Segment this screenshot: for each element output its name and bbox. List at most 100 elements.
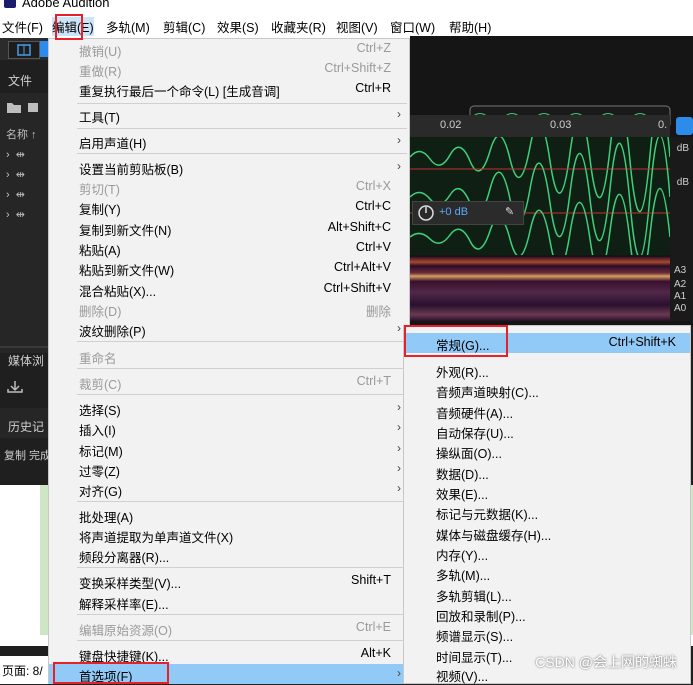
ruler-tick-label: 0.02 — [440, 119, 462, 131]
menu-separator — [77, 567, 407, 568]
menu-item-copy-to-new[interactable]: 复制到新文件(N) Alt+Shift+C — [49, 218, 409, 238]
menu-item-paste-to-new[interactable]: 粘贴到新文件(W) Ctrl+Alt+V — [49, 258, 409, 278]
menu-item-mix-paste[interactable]: 混合粘贴(X)... Ctrl+Shift+V — [49, 279, 409, 299]
menu-window[interactable]: 窗口(W) — [390, 17, 435, 36]
menu-item-zero-crossings[interactable]: 过零(Z) › — [49, 459, 409, 479]
db-label: dB — [676, 143, 689, 154]
freq-label: A3 — [674, 265, 687, 276]
menu-item-delete[interactable]: 删除(D) 删除 — [49, 299, 409, 319]
menu-item-edit-original[interactable]: 编辑原始资源(O) Ctrl+E — [49, 618, 409, 638]
pin-icon[interactable]: ✎ — [505, 205, 514, 218]
menu-item-ripple-delete[interactable]: 波纹删除(P) › — [49, 319, 409, 339]
edit-menu-dropdown: 撤销(U) Ctrl+Z 重做(R) Ctrl+Shift+Z 重复执行最后一个命令… — [48, 38, 410, 684]
menu-item-paste[interactable]: 粘贴(A) Ctrl+V — [49, 238, 409, 258]
frequency-axis: A3 A2 A1 A0 — [670, 257, 693, 321]
submenu-item-control-surface[interactable]: 操纵面(O)... — [404, 441, 690, 461]
file-row-expand-icon[interactable]: › ⇹ — [6, 168, 25, 181]
chevron-right-icon: › — [397, 481, 401, 495]
open-folder-icon[interactable] — [6, 100, 42, 114]
menu-item-tools[interactable]: 工具(T) › — [49, 105, 409, 125]
submenu-item-multitrack[interactable]: 多轨(M)... — [404, 563, 690, 583]
preferences-submenu: 常规(G)... Ctrl+Shift+K 外观(R)... 音频声道映射(C).… — [403, 325, 691, 684]
status-bar: 页面: 8/ — [0, 656, 48, 684]
menu-separator — [77, 614, 407, 615]
menu-view[interactable]: 视图(V) — [336, 17, 378, 36]
menu-item-batch-process[interactable]: 批处理(A) — [49, 505, 409, 525]
menu-item-undo[interactable]: 撤销(U) Ctrl+Z — [49, 39, 409, 59]
download-icon[interactable] — [6, 380, 26, 394]
menu-multitrack[interactable]: 多轨(M) — [106, 17, 150, 36]
menu-separator — [77, 153, 407, 154]
file-row-expand-icon[interactable]: › ⇹ — [6, 148, 25, 161]
menu-item-interpret-sample-rate[interactable]: 解释采样率(E)... — [49, 592, 409, 612]
history-tab[interactable]: 历史记 — [8, 418, 44, 435]
submenu-item-general[interactable]: 常规(G)... Ctrl+Shift+K — [404, 333, 690, 353]
volume-knob-icon[interactable] — [417, 204, 435, 222]
submenu-item-audio-channel-mapping[interactable]: 音频声道映射(C)... — [404, 380, 690, 400]
waveform-view-button[interactable] — [8, 41, 40, 59]
menu-item-enable-channels[interactable]: 启用声道(H) › — [49, 131, 409, 151]
menu-item-band-splitter[interactable]: 频段分离器(R)... — [49, 545, 409, 565]
chevron-right-icon: › — [397, 441, 401, 455]
submenu-item-playback-recording[interactable]: 回放和录制(P)... — [404, 604, 690, 624]
chevron-right-icon: › — [397, 461, 401, 475]
volume-value[interactable]: +0 dB — [439, 206, 468, 218]
menu-edit[interactable]: 编辑(E) — [52, 17, 94, 36]
status-copy-complete: 复制 完成 — [4, 450, 52, 462]
spectral-display — [410, 257, 670, 321]
menu-item-select[interactable]: 选择(S) › — [49, 398, 409, 418]
chevron-right-icon: › — [397, 420, 401, 434]
menu-item-cut[interactable]: 剪切(T) Ctrl+X — [49, 177, 409, 197]
menu-separator — [77, 640, 407, 641]
page-indicator: 页面: 8/ — [2, 664, 43, 678]
submenu-item-data[interactable]: 数据(D)... — [404, 462, 690, 482]
menu-item-convert-sample-type[interactable]: 变换采样类型(V)... Shift+T — [49, 571, 409, 591]
snap-magnet-icon[interactable] — [676, 117, 693, 135]
submenu-item-markers-metadata[interactable]: 标记与元数据(K)... — [404, 502, 690, 522]
menu-separator — [77, 103, 407, 104]
db-label: dB — [676, 177, 689, 188]
menu-file[interactable]: 文件(F) — [2, 17, 43, 36]
waveform-grid-icon — [17, 44, 31, 56]
menu-help[interactable]: 帮助(H) — [449, 17, 491, 36]
menu-separator — [77, 501, 407, 502]
time-ruler: 0.02 0.03 0. — [410, 115, 670, 137]
db-scale: dB dB — [670, 137, 693, 257]
menu-item-insert[interactable]: 插入(I) › — [49, 418, 409, 438]
freq-label: A0 — [674, 303, 687, 314]
freq-label: A2 — [674, 279, 687, 290]
menu-item-preferences[interactable]: 首选项(F) › — [49, 664, 409, 684]
menu-item-snap[interactable]: 对齐(G) › — [49, 479, 409, 499]
submenu-item-audio-hardware[interactable]: 音频硬件(A)... — [404, 401, 690, 421]
submenu-item-spectral-display[interactable]: 频谱显示(S)... — [404, 624, 690, 644]
menu-item-redo[interactable]: 重做(R) Ctrl+Shift+Z — [49, 59, 409, 79]
submenu-item-auto-save[interactable]: 自动保存(U)... — [404, 421, 690, 441]
menu-item-repeat-last-command[interactable]: 重复执行最后一个命令(L) [生成音调] Ctrl+R — [49, 79, 409, 99]
menu-item-keyboard-shortcuts[interactable]: 键盘快捷键(K)... Alt+K — [49, 644, 409, 664]
submenu-item-multitrack-clips[interactable]: 多轨剪辑(L)... — [404, 584, 690, 604]
ruler-tick-label: 0. — [658, 119, 668, 131]
submenu-item-memory[interactable]: 内存(Y)... — [404, 543, 690, 563]
submenu-item-media-disk-cache[interactable]: 媒体与磁盘缓存(H)... — [404, 523, 690, 543]
hud-volume-control[interactable]: +0 dB ✎ — [412, 201, 524, 225]
name-column-header[interactable]: 名称 ↑ — [6, 126, 37, 142]
menu-favorites[interactable]: 收藏夹(R) — [271, 17, 326, 36]
submenu-item-appearance[interactable]: 外观(R)... — [404, 360, 690, 380]
panel-divider — [0, 346, 48, 348]
menu-effects[interactable]: 效果(S) — [217, 17, 259, 36]
audition-app-icon — [4, 0, 16, 8]
menu-item-copy[interactable]: 复制(Y) Ctrl+C — [49, 197, 409, 217]
menu-separator — [77, 341, 407, 342]
menu-item-crop[interactable]: 裁剪(C) Ctrl+T — [49, 372, 409, 392]
media-browser-tab[interactable]: 媒体浏 — [8, 352, 44, 369]
submenu-item-effects[interactable]: 效果(E)... — [404, 482, 690, 502]
menu-clip[interactable]: 剪辑(C) — [163, 17, 205, 36]
waveform-tab-indicator — [40, 41, 48, 57]
file-row-expand-icon[interactable]: › ⇹ — [6, 188, 25, 201]
menu-item-set-clipboard[interactable]: 设置当前剪贴板(B) › — [49, 157, 409, 177]
file-row-expand-icon[interactable]: › ⇹ — [6, 208, 25, 221]
menu-item-marker[interactable]: 标记(M) › — [49, 439, 409, 459]
menu-item-extract-channels[interactable]: 将声道提取为单声道文件(X) — [49, 525, 409, 545]
menu-item-rename[interactable]: 重命名 — [49, 346, 409, 366]
files-tab[interactable]: 文件 — [8, 72, 32, 89]
